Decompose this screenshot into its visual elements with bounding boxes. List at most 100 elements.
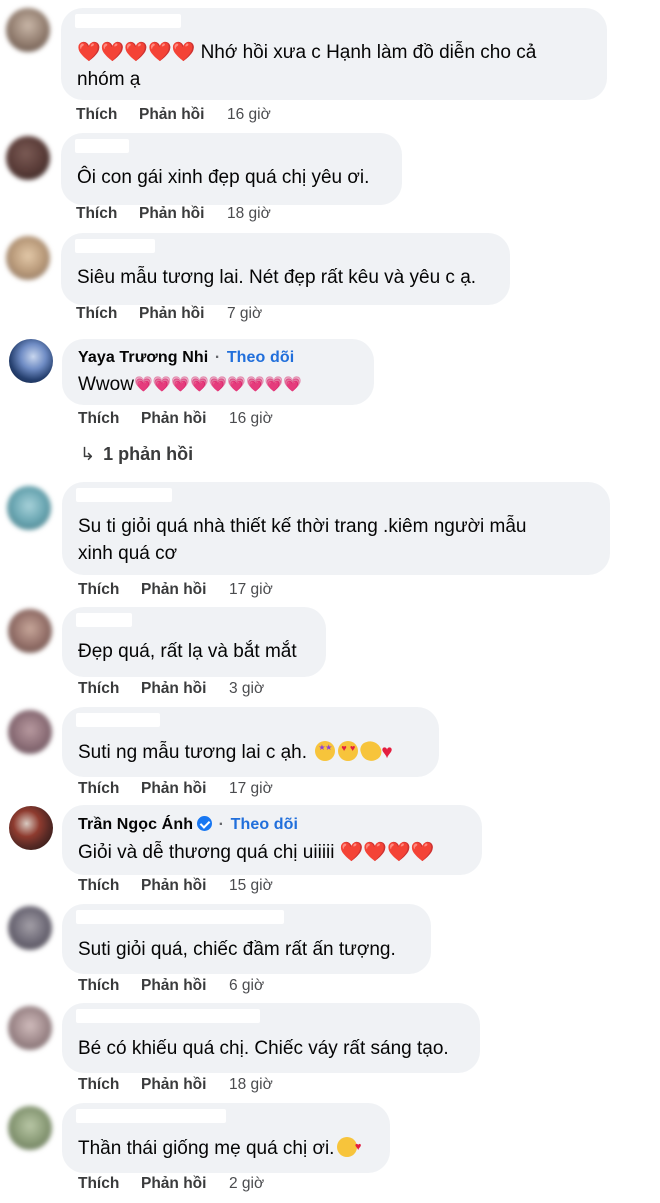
like-button[interactable]: Thích bbox=[78, 877, 141, 895]
reply-button[interactable]: Phản hồi bbox=[141, 1076, 229, 1094]
comment-text: Suti giỏi quá, chiếc đầm rất ấn tượng. bbox=[78, 939, 396, 960]
reply-button[interactable]: Phản hồi bbox=[139, 106, 227, 124]
avatar[interactable] bbox=[9, 806, 53, 850]
redacted-author-name bbox=[75, 139, 129, 153]
reply-button[interactable]: Phản hồi bbox=[141, 1175, 229, 1193]
comment-timestamp[interactable]: 17 giờ bbox=[229, 581, 273, 599]
comment-bubble: Yaya Trương Nhi · Theo dõi Wwow💗💗💗💗💗💗💗💗💗 bbox=[62, 339, 374, 405]
redacted-author-name bbox=[75, 14, 181, 28]
comment-timestamp[interactable]: 17 giờ bbox=[229, 780, 273, 798]
comment-bubble: Su ti giỏi quá nhà thiết kế thời trang .… bbox=[62, 482, 610, 575]
reply-button[interactable]: Phản hồi bbox=[141, 680, 229, 698]
comment-actions: Thích Phản hồi 3 giờ bbox=[78, 680, 264, 698]
red-heart-emoji-icon: ♥ bbox=[381, 742, 393, 763]
comment-timestamp[interactable]: 18 giờ bbox=[227, 205, 271, 223]
comment-actions: Thích Phản hồi 16 giờ bbox=[78, 410, 273, 428]
comment-text: ❤️❤️❤️❤️❤️ Nhớ hồi xưa c Hạnh làm đồ diễ… bbox=[77, 39, 536, 66]
comment-bubble: Trần Ngọc Ánh · Theo dõi Giỏi và dễ thươ… bbox=[62, 805, 482, 875]
verified-badge-icon bbox=[197, 816, 213, 831]
separator-dot: · bbox=[218, 816, 225, 833]
view-replies-button[interactable]: ↳ 1 phản hồi bbox=[80, 444, 193, 465]
author-row: Trần Ngọc Ánh · Theo dõi bbox=[78, 816, 298, 834]
comment-text: Ôi con gái xinh đẹp quá chị yêu ơi. bbox=[77, 167, 370, 188]
comment-timestamp[interactable]: 15 giờ bbox=[229, 877, 273, 895]
avatar[interactable] bbox=[9, 339, 53, 383]
redacted-author-name bbox=[75, 239, 155, 253]
reply-button[interactable]: Phản hồi bbox=[141, 877, 229, 895]
redacted-author-name bbox=[76, 613, 132, 627]
avatar[interactable] bbox=[8, 1106, 52, 1150]
redacted-author-name bbox=[76, 713, 160, 727]
comment-actions: Thích Phản hồi 17 giờ bbox=[78, 780, 273, 798]
reply-button[interactable]: Phản hồi bbox=[139, 305, 227, 323]
redacted-author-name bbox=[76, 1009, 260, 1023]
like-button[interactable]: Thích bbox=[78, 680, 141, 698]
like-button[interactable]: Thích bbox=[78, 780, 141, 798]
reply-button[interactable]: Phản hồi bbox=[141, 780, 229, 798]
comment-text: Thần thái giống mẹ quá chị ơi. bbox=[78, 1134, 361, 1162]
reply-button[interactable]: Phản hồi bbox=[139, 205, 227, 223]
like-button[interactable]: Thích bbox=[78, 410, 141, 428]
like-button[interactable]: Thích bbox=[78, 1175, 141, 1193]
comment-text-line: Giỏi và dễ thương quá chị uiiiii bbox=[78, 842, 335, 863]
like-button[interactable]: Thích bbox=[76, 305, 139, 323]
redacted-author-name bbox=[76, 488, 172, 502]
author-name[interactable]: Trần Ngọc Ánh bbox=[78, 816, 193, 833]
comment-actions: Thích Phản hồi 6 giờ bbox=[78, 977, 264, 995]
redacted-author-name bbox=[76, 1109, 226, 1123]
comment-text-line: nhóm ạ bbox=[77, 69, 141, 90]
like-button[interactable]: Thích bbox=[78, 581, 141, 599]
comment-actions: Thích Phản hồi 2 giờ bbox=[78, 1175, 264, 1193]
comment-text-line: Thần thái giống mẹ quá chị ơi. bbox=[78, 1138, 335, 1159]
like-button[interactable]: Thích bbox=[76, 106, 139, 124]
comment-text: Suti ng mẫu tương lai c ạh. ♥ bbox=[78, 738, 393, 766]
comment-actions: Thích Phản hồi 18 giờ bbox=[78, 1076, 273, 1094]
avatar[interactable] bbox=[6, 136, 50, 180]
comment-text: Bé có khiếu quá chị. Chiếc váy rất sáng … bbox=[78, 1038, 449, 1059]
reply-button[interactable]: Phản hồi bbox=[141, 977, 229, 995]
replies-count: 1 phản hồi bbox=[103, 444, 194, 464]
separator-dot: · bbox=[214, 349, 221, 366]
like-button[interactable]: Thích bbox=[78, 1076, 141, 1094]
like-button[interactable]: Thích bbox=[76, 205, 139, 223]
avatar[interactable] bbox=[6, 8, 50, 52]
comment-text-line: Wwow bbox=[78, 374, 134, 395]
comment-actions: Thích Phản hồi 7 giờ bbox=[76, 305, 262, 323]
reply-arrow-icon: ↳ bbox=[80, 444, 96, 464]
comment-timestamp[interactable]: 18 giờ bbox=[229, 1076, 273, 1094]
comment-text-line: Suti ng mẫu tương lai c ạh. bbox=[78, 742, 308, 763]
comment-text: Siêu mẫu tương lai. Nét đẹp rất kêu và y… bbox=[77, 267, 477, 288]
avatar[interactable] bbox=[8, 710, 52, 754]
avatar[interactable] bbox=[8, 1006, 52, 1050]
comment-timestamp[interactable]: 3 giờ bbox=[229, 680, 264, 698]
avatar[interactable] bbox=[8, 906, 52, 950]
like-button[interactable]: Thích bbox=[78, 977, 141, 995]
author-name[interactable]: Yaya Trương Nhi bbox=[78, 349, 208, 366]
comment-bubble: Thần thái giống mẹ quá chị ơi. bbox=[62, 1103, 390, 1173]
comment-bubble: Siêu mẫu tương lai. Nét đẹp rất kêu và y… bbox=[61, 233, 510, 305]
comment-bubble: Ôi con gái xinh đẹp quá chị yêu ơi. bbox=[61, 133, 402, 205]
comment-bubble: ❤️❤️❤️❤️❤️ Nhớ hồi xưa c Hạnh làm đồ diễ… bbox=[61, 8, 607, 100]
comment-text: Su ti giỏi quá nhà thiết kế thời trang .… bbox=[78, 516, 527, 537]
comment-timestamp[interactable]: 16 giờ bbox=[229, 410, 273, 428]
comment-timestamp[interactable]: 16 giờ bbox=[227, 106, 271, 124]
comment-bubble: Suti ng mẫu tương lai c ạh. ♥ bbox=[62, 707, 439, 777]
comment-text: Giỏi và dễ thương quá chị uiiiii ❤️❤️❤️❤… bbox=[78, 839, 434, 866]
reply-button[interactable]: Phản hồi bbox=[141, 410, 229, 428]
heart-icons: 💗💗💗💗💗💗💗💗💗 bbox=[133, 376, 303, 393]
comment-bubble: Bé có khiếu quá chị. Chiếc váy rất sáng … bbox=[62, 1003, 480, 1073]
avatar[interactable] bbox=[7, 486, 51, 530]
author-row: Yaya Trương Nhi · Theo dõi bbox=[78, 349, 294, 367]
comment-actions: Thích Phản hồi 15 giờ bbox=[78, 877, 273, 895]
comment-timestamp[interactable]: 7 giờ bbox=[227, 305, 262, 323]
comment-actions: Thích Phản hồi 18 giờ bbox=[76, 205, 271, 223]
follow-button[interactable]: Theo dõi bbox=[227, 349, 294, 366]
heart-eyes-emoji-icon bbox=[338, 741, 359, 761]
reply-button[interactable]: Phản hồi bbox=[141, 581, 229, 599]
redacted-author-name bbox=[76, 910, 284, 924]
follow-button[interactable]: Theo dõi bbox=[231, 816, 298, 833]
comment-timestamp[interactable]: 6 giờ bbox=[229, 977, 264, 995]
avatar[interactable] bbox=[8, 609, 52, 653]
avatar[interactable] bbox=[6, 236, 50, 280]
comment-timestamp[interactable]: 2 giờ bbox=[229, 1175, 264, 1193]
